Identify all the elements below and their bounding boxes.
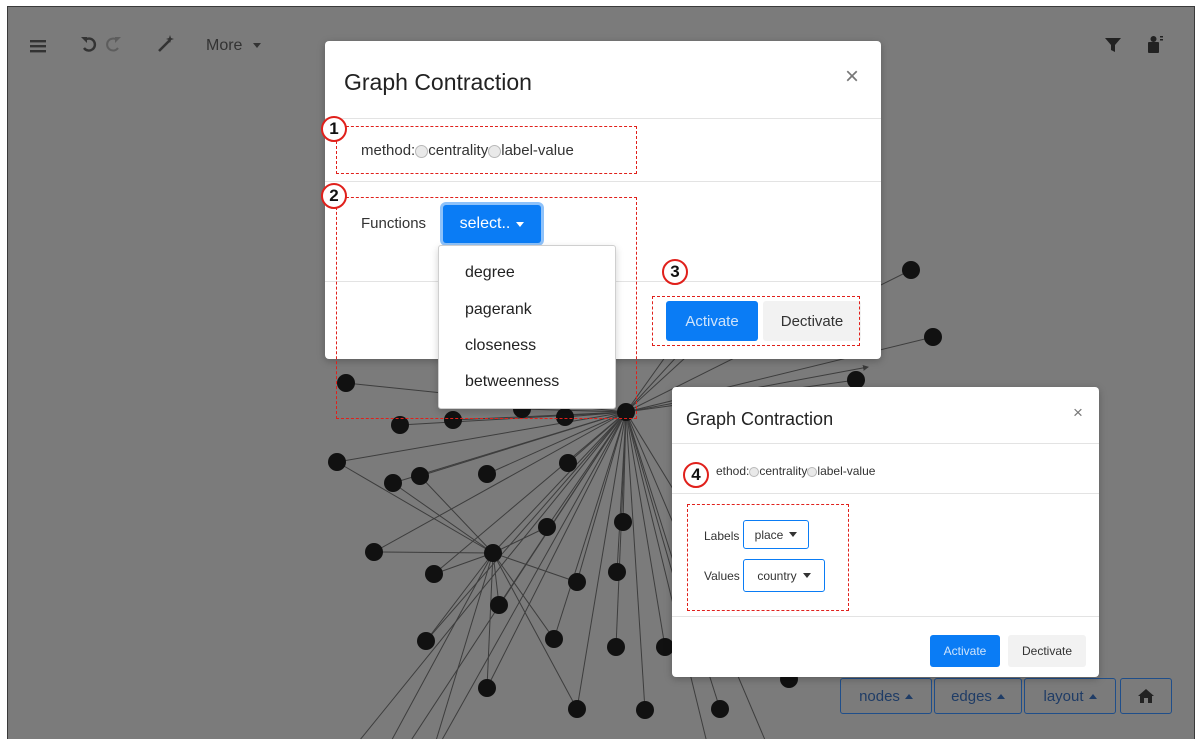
radio-label-value[interactable] <box>807 466 818 477</box>
graph-edge <box>336 411 627 465</box>
graph-node[interactable] <box>538 518 556 536</box>
annotation-box-3 <box>652 296 860 346</box>
layout-dropdown[interactable]: layout <box>1024 678 1116 714</box>
graph-node[interactable] <box>478 679 496 697</box>
graph-node[interactable] <box>545 630 563 648</box>
home-icon <box>1138 689 1154 703</box>
graph-node[interactable] <box>568 573 586 591</box>
graph-edge <box>625 411 648 711</box>
graph-node[interactable] <box>490 596 508 614</box>
graph-node[interactable] <box>484 544 502 562</box>
modal-title: Graph Contraction <box>686 409 834 429</box>
app-frame: More nodes edges layout Graph Contractio… <box>7 6 1195 739</box>
filter-icon[interactable] <box>1105 37 1121 58</box>
deactivate-button[interactable]: Dectivate <box>1008 635 1086 667</box>
graph-node[interactable] <box>559 454 577 472</box>
layout-label: layout <box>1043 687 1084 705</box>
graph-node[interactable] <box>411 467 429 485</box>
radio-label-value-label: label-value <box>817 464 876 478</box>
home-button[interactable] <box>1120 678 1172 714</box>
annotation-badge-3: 3 <box>662 259 688 285</box>
graph-node[interactable] <box>607 638 625 656</box>
undo-icon[interactable] <box>80 35 98 58</box>
graph-edge <box>625 411 668 648</box>
graph-node[interactable] <box>568 700 586 718</box>
annotation-badge-2: 2 <box>321 183 347 209</box>
graph-node[interactable] <box>614 513 632 531</box>
more-menu[interactable]: More <box>206 37 261 55</box>
magic-wand-icon[interactable] <box>156 34 176 59</box>
graph-edge <box>392 482 494 554</box>
close-icon[interactable]: × <box>845 63 859 91</box>
modal-divider <box>325 118 881 119</box>
modal-title: Graph Contraction <box>344 69 532 95</box>
nodes-dropdown[interactable]: nodes <box>840 678 932 714</box>
graph-node[interactable] <box>328 453 346 471</box>
graph-edge <box>492 552 555 640</box>
graph-settings-icon[interactable] <box>1146 34 1164 59</box>
activate-button[interactable]: Activate <box>930 635 1000 667</box>
modal-divider <box>325 181 881 182</box>
graph-node[interactable] <box>711 700 729 718</box>
graph-edge <box>433 411 627 575</box>
graph-node[interactable] <box>365 543 383 561</box>
menu-icon[interactable] <box>30 37 46 58</box>
graph-node[interactable] <box>478 465 496 483</box>
graph-node[interactable] <box>608 563 626 581</box>
radio-centrality[interactable] <box>749 466 760 477</box>
close-icon[interactable]: × <box>1073 403 1083 423</box>
graph-edge <box>373 549 494 556</box>
annotation-box-4 <box>687 504 849 611</box>
edges-label: edges <box>951 687 992 705</box>
redo-icon[interactable] <box>104 35 122 58</box>
graph-node[interactable] <box>902 261 920 279</box>
graph-edge <box>492 552 578 710</box>
annotation-box-1 <box>336 126 637 174</box>
graph-edge <box>433 552 494 576</box>
graph-node[interactable] <box>636 701 654 719</box>
graph-node[interactable] <box>384 474 402 492</box>
method-label: ethod: <box>716 464 750 478</box>
graph-node[interactable] <box>425 565 443 583</box>
more-label: More <box>206 37 243 54</box>
graph-node[interactable] <box>417 632 435 650</box>
deactivate-label: Dectivate <box>1021 644 1073 658</box>
graph-edge <box>391 552 494 739</box>
annotation-badge-4: 4 <box>683 462 709 488</box>
annotation-badge-1: 1 <box>321 116 347 142</box>
modal-divider <box>672 616 1099 617</box>
method-row: ethod: centrality label-value <box>716 464 875 478</box>
radio-centrality-label: centrality <box>759 464 808 478</box>
graph-edge <box>419 475 494 554</box>
graph-edge <box>492 552 578 584</box>
edges-dropdown[interactable]: edges <box>934 678 1022 714</box>
modal-divider <box>672 443 1099 444</box>
graph-node[interactable] <box>924 328 942 346</box>
modal-divider <box>672 493 1099 494</box>
annotation-box-2 <box>336 197 637 419</box>
nodes-label: nodes <box>859 687 900 705</box>
activate-label: Activate <box>943 644 987 658</box>
